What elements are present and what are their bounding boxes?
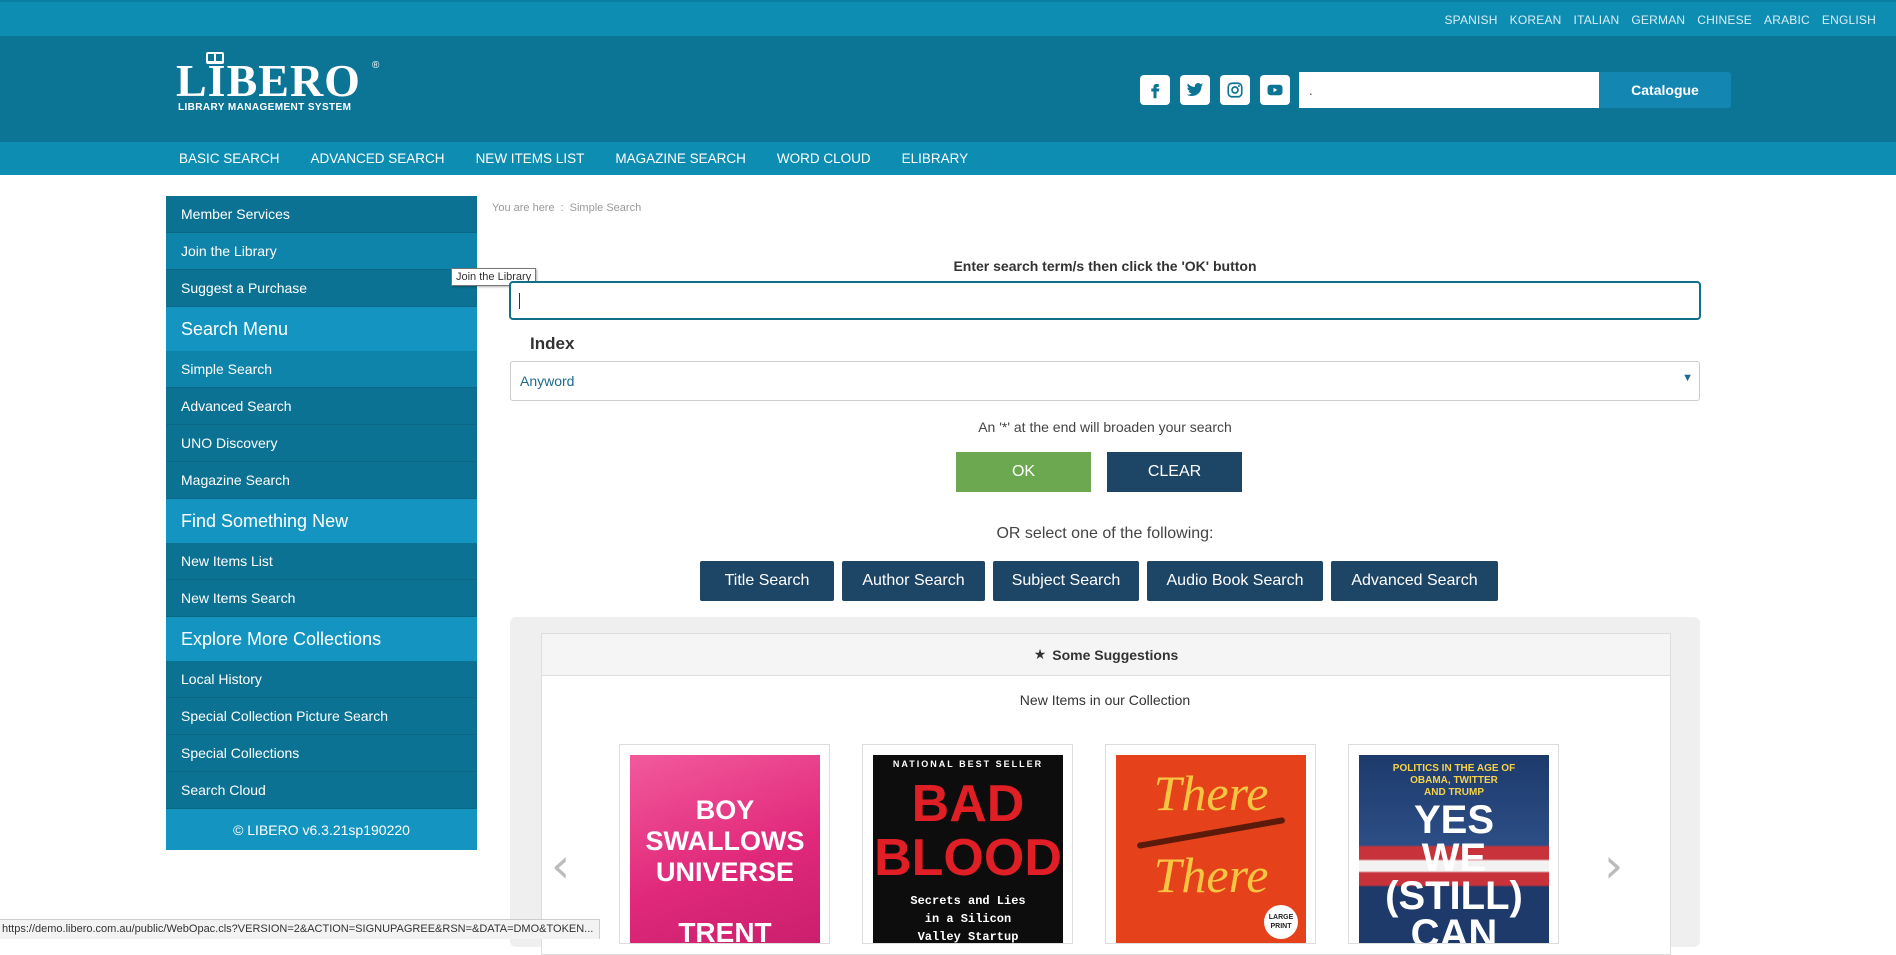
cover-text: BLOOD bbox=[874, 829, 1062, 887]
lang-english[interactable]: ENGLISH bbox=[1822, 13, 1876, 27]
lang-german[interactable]: GERMAN bbox=[1631, 13, 1685, 27]
sidebar-version-footer: © LIBERO v6.3.21sp190220 bbox=[166, 809, 477, 850]
cover-text: SWALLOWS bbox=[645, 826, 805, 856]
cover-text: in a Silicon bbox=[924, 912, 1012, 926]
cover-text: BAD bbox=[911, 775, 1025, 833]
sidebar-item-magazine-search[interactable]: Magazine Search bbox=[166, 462, 477, 499]
index-label: Index bbox=[530, 334, 575, 353]
logo-subtitle: LIBRARY MANAGEMENT SYSTEM bbox=[178, 102, 352, 113]
twitter-icon[interactable] bbox=[1180, 75, 1210, 105]
logo-word: LIBERO bbox=[176, 55, 361, 106]
sidebar-item-simple-search[interactable]: Simple Search bbox=[166, 351, 477, 388]
lang-italian[interactable]: ITALIAN bbox=[1574, 13, 1620, 27]
nav-word-cloud[interactable]: WORD CLOUD bbox=[777, 151, 871, 166]
libero-logo[interactable]: LIBERO ® LIBRARY MANAGEMENT SYSTEM bbox=[176, 50, 386, 120]
suggestions-header: ★ Some Suggestions bbox=[542, 634, 1670, 676]
search-prompt: Enter search term/s then click the 'OK' … bbox=[953, 258, 1257, 274]
sidebar-item-search-cloud[interactable]: Search Cloud bbox=[166, 772, 477, 809]
main-nav: BASIC SEARCH ADVANCED SEARCH NEW ITEMS L… bbox=[0, 142, 1896, 175]
ok-button[interactable]: OK bbox=[956, 452, 1091, 492]
lang-arabic[interactable]: ARABIC bbox=[1764, 13, 1810, 27]
nav-basic-search[interactable]: BASIC SEARCH bbox=[179, 151, 280, 166]
quick-search-buttons: Title Search Author Search Subject Searc… bbox=[700, 561, 1498, 601]
or-select-text: OR select one of the following: bbox=[996, 525, 1214, 542]
sidebar-heading-explore: Explore More Collections bbox=[166, 617, 477, 661]
breadcrumb-separator: : bbox=[560, 202, 564, 214]
cover-text: CAN bbox=[1410, 912, 1498, 944]
breadcrumb-prefix: You are here bbox=[492, 202, 555, 214]
nav-magazine-search[interactable]: MAGAZINE SEARCH bbox=[615, 151, 746, 166]
index-select[interactable]: Anyword ▼ bbox=[510, 361, 1700, 401]
sidebar-item-local-history[interactable]: Local History bbox=[166, 661, 477, 698]
title-search-button[interactable]: Title Search bbox=[700, 561, 834, 601]
lang-korean[interactable]: KOREAN bbox=[1510, 13, 1562, 27]
sidebar-item-member-services[interactable]: Member Services bbox=[166, 196, 477, 233]
cover-text: BOY bbox=[695, 795, 755, 825]
carousel-prev-icon[interactable]: ‹ bbox=[551, 838, 570, 894]
browser-status-bar: https://demo.libero.com.au/public/WebOpa… bbox=[0, 919, 601, 939]
index-selected-value: Anyword bbox=[520, 373, 575, 389]
cover-text: WE bbox=[1421, 836, 1487, 880]
lang-spanish[interactable]: SPANISH bbox=[1444, 13, 1497, 27]
nav-elibrary[interactable]: ELIBRARY bbox=[902, 151, 969, 166]
sidebar-item-suggest-purchase[interactable]: Suggest a Purchase bbox=[166, 270, 477, 307]
author-search-button[interactable]: Author Search bbox=[842, 561, 985, 601]
cover-text: Secrets and Lies bbox=[910, 894, 1026, 908]
text-caret bbox=[519, 293, 520, 309]
nav-new-items-list[interactable]: NEW ITEMS LIST bbox=[476, 151, 585, 166]
book-cover: BOY SWALLOWS UNIVERSE TRENT bbox=[630, 755, 820, 944]
nav-advanced-search[interactable]: ADVANCED SEARCH bbox=[311, 151, 445, 166]
cover-text: UNIVERSE bbox=[655, 857, 795, 887]
clear-button[interactable]: CLEAR bbox=[1107, 452, 1242, 492]
language-bar: SPANISH KOREAN ITALIAN GERMAN CHINESE AR… bbox=[0, 0, 1896, 36]
instagram-icon[interactable] bbox=[1220, 75, 1250, 105]
large-print-badge: LARGE PRINT bbox=[1264, 905, 1298, 939]
suggestions-title: Some Suggestions bbox=[1052, 646, 1179, 663]
search-input[interactable] bbox=[509, 281, 1701, 320]
sidebar-item-join-library[interactable]: Join the Library bbox=[166, 233, 477, 270]
book-cover: NATIONAL BEST SELLER BAD BLOOD Secrets a… bbox=[873, 755, 1063, 944]
book-card[interactable]: BOY SWALLOWS UNIVERSE TRENT bbox=[619, 744, 830, 944]
cover-text: TRENT bbox=[678, 917, 772, 944]
sidebar-item-new-items-list[interactable]: New Items List bbox=[166, 543, 477, 580]
audio-book-search-button[interactable]: Audio Book Search bbox=[1147, 561, 1323, 601]
logo-registered: ® bbox=[372, 60, 380, 71]
sidebar-item-new-items-search[interactable]: New Items Search bbox=[166, 580, 477, 617]
youtube-icon[interactable] bbox=[1260, 75, 1290, 105]
cover-text: Valley Startup bbox=[917, 930, 1019, 944]
sidebar-item-uno-discovery[interactable]: UNO Discovery bbox=[166, 425, 477, 462]
dropdown-arrow-icon: ▼ bbox=[1682, 372, 1693, 384]
book-cover: There There LARGE PRINT bbox=[1116, 755, 1306, 943]
suggestions-subtitle: New Items in our Collection bbox=[1019, 692, 1191, 708]
catalogue-button[interactable]: Catalogue bbox=[1599, 72, 1731, 108]
sidebar-item-special-picture-search[interactable]: Special Collection Picture Search bbox=[166, 698, 477, 735]
cover-text: YES bbox=[1413, 798, 1495, 842]
cover-text: NATIONAL BEST SELLER bbox=[892, 759, 1044, 769]
sidebar-heading-find-new: Find Something New bbox=[166, 499, 477, 543]
search-hint: An '*' at the end will broaden your sear… bbox=[978, 419, 1232, 435]
carousel-next-icon[interactable]: › bbox=[1604, 838, 1623, 894]
sidebar-item-advanced-search[interactable]: Advanced Search bbox=[166, 388, 477, 425]
book-card[interactable]: There There LARGE PRINT bbox=[1105, 744, 1316, 944]
facebook-icon[interactable] bbox=[1140, 75, 1170, 105]
book-card[interactable]: POLITICS IN THE AGE OF OBAMA, TWITTER AN… bbox=[1348, 744, 1559, 944]
subject-search-button[interactable]: Subject Search bbox=[993, 561, 1139, 601]
cover-text: There bbox=[1153, 765, 1269, 821]
cover-text: POLITICS IN THE AGE OF bbox=[1392, 763, 1516, 774]
sidebar-item-special-collections[interactable]: Special Collections bbox=[166, 735, 477, 772]
cover-text: OBAMA, TWITTER bbox=[1410, 775, 1498, 786]
sidebar-heading-search-menu: Search Menu bbox=[166, 307, 477, 351]
breadcrumb: You are here: Simple Search bbox=[492, 202, 641, 214]
sidebar: Member Services Join the Library Suggest… bbox=[166, 196, 477, 850]
lang-chinese[interactable]: CHINESE bbox=[1697, 13, 1752, 27]
cover-text: (STILL) bbox=[1385, 874, 1523, 918]
language-list: SPANISH KOREAN ITALIAN GERMAN CHINESE AR… bbox=[1444, 13, 1876, 27]
book-cover: POLITICS IN THE AGE OF OBAMA, TWITTER AN… bbox=[1359, 755, 1549, 944]
star-icon: ★ bbox=[1033, 646, 1047, 662]
cover-text: There bbox=[1153, 847, 1269, 903]
header-search-input[interactable] bbox=[1299, 72, 1599, 108]
advanced-search-button[interactable]: Advanced Search bbox=[1331, 561, 1498, 601]
breadcrumb-current[interactable]: Simple Search bbox=[570, 202, 642, 214]
book-card[interactable]: NATIONAL BEST SELLER BAD BLOOD Secrets a… bbox=[862, 744, 1073, 944]
